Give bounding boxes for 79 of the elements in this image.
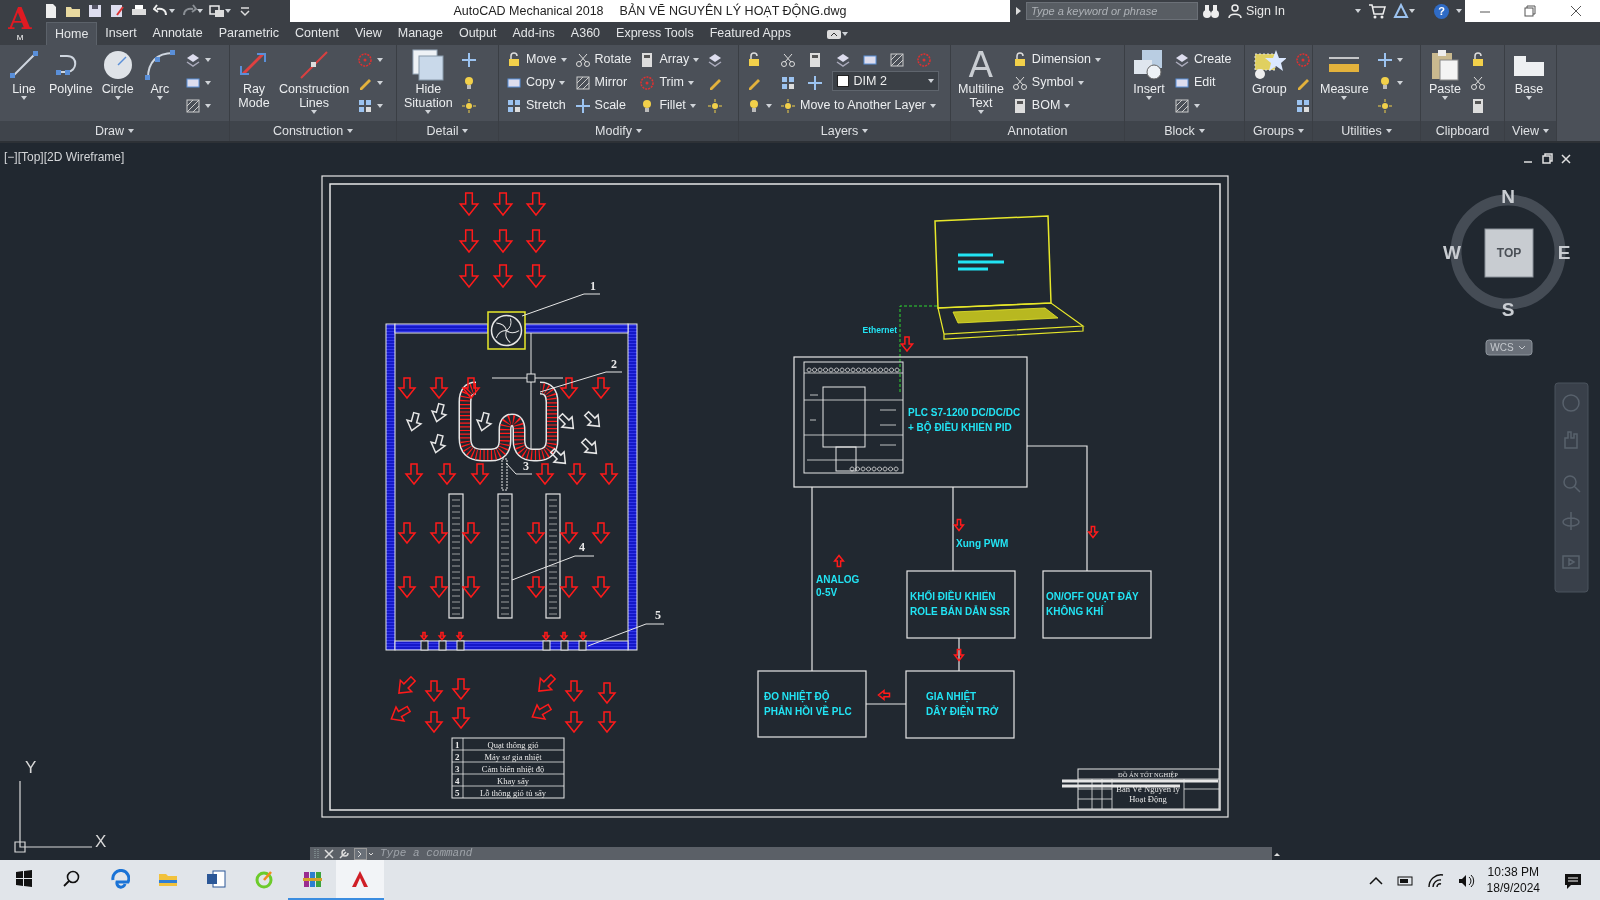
ribbon-button[interactable]: Mirror: [571, 71, 635, 94]
ribbon-button[interactable]: Ray Mode: [234, 48, 274, 110]
block-label: ĐO NHIỆT ĐỘ PHẢN HỒI VỀ PLC: [764, 691, 852, 717]
ribbon-button[interactable]: Move to Another Layer: [777, 94, 939, 117]
sign-in-button[interactable]: Sign In: [1224, 0, 1289, 22]
axis-label: X: [95, 832, 107, 851]
app-title: AutoCAD Mechanical 2018: [453, 2, 604, 20]
signal-label: Xung PWM: [956, 538, 1009, 549]
legend-index: 1: [455, 740, 460, 750]
taskbar-clock[interactable]: 10:38 PM 18/9/2024: [1480, 864, 1546, 896]
plc-label: PLC S7-1200 DC/DC/DC + BỘ ĐIỀU KHIỂN PID: [908, 407, 1021, 433]
ribbon-button[interactable]: Group: [1249, 48, 1290, 96]
help-button[interactable]: ?: [1434, 3, 1449, 19]
ribbon-tab[interactable]: Parametric: [210, 22, 288, 45]
ribbon-button[interactable]: Trim: [636, 71, 703, 94]
callout-number: 2: [611, 357, 617, 371]
ribbon-tab[interactable]: Express Tools: [608, 22, 702, 45]
ribbon-button[interactable]: Scale: [571, 94, 635, 117]
ribbon-button[interactable]: Circle: [97, 48, 138, 100]
ribbon-button[interactable]: Edit: [1171, 71, 1235, 94]
legend-index: 2: [455, 752, 460, 762]
callout-number: 1: [590, 279, 596, 293]
ribbon-button[interactable]: Hide Situation: [401, 48, 456, 114]
ribbon-button[interactable]: Insert: [1129, 48, 1169, 100]
ribbon-button[interactable]: Dimension: [1008, 48, 1104, 71]
compass-letter: S: [1501, 299, 1515, 320]
callout-number: 4: [579, 540, 585, 554]
legend-text: Quạt thông gió: [487, 739, 539, 750]
ribbon-button[interactable]: BOM: [1008, 94, 1104, 117]
axis-label: Y: [25, 758, 37, 777]
ribbon-button[interactable]: Construction Lines: [276, 48, 353, 114]
view-cube-button[interactable]: TOP: [1484, 228, 1534, 278]
ribbon-button[interactable]: Polyline: [46, 48, 96, 96]
ribbon-tab[interactable]: Home: [46, 22, 98, 45]
compass-letter: N: [1501, 186, 1515, 207]
ribbon-tab[interactable]: Featured Apps: [701, 22, 799, 45]
compass-letter: E: [1557, 242, 1571, 263]
ribbon-button[interactable]: Create: [1171, 48, 1235, 71]
ribbon-button[interactable]: Move: [503, 48, 570, 71]
ribbon-tab[interactable]: Insert: [97, 22, 145, 45]
ribbon-tab[interactable]: Output: [450, 22, 505, 45]
ribbon-tab[interactable]: Content: [287, 22, 347, 45]
legend-index: 5: [455, 788, 460, 798]
block-label: GIA NHIỆT DÂY ĐIỆN TRỞ: [926, 691, 999, 717]
legend-text: Khay sấy: [497, 775, 529, 786]
legend-text: Lỗ thông gió tủ sấy: [479, 787, 547, 798]
ribbon-tab[interactable]: Manage: [389, 22, 451, 45]
block-label: ON/OFF QUẠT ĐẨY KHÔNG KHÍ: [1046, 591, 1139, 617]
ribbon-button[interactable]: Base: [1509, 48, 1549, 100]
ribbon-tab[interactable]: View: [346, 22, 390, 45]
ribbon-button[interactable]: Arc: [139, 48, 180, 100]
callout-number: 3: [523, 459, 529, 473]
file-title: BẢN VẼ NGUYÊN LÝ HOẠT ĐỘNG.dwg: [619, 2, 847, 20]
legend-index: 4: [455, 776, 460, 786]
ribbon-button[interactable]: Rotate: [571, 48, 635, 71]
search-field[interactable]: Type a keyword or phrase: [1026, 2, 1198, 20]
ribbon-tab[interactable]: Add-ins: [504, 22, 563, 45]
cable-label: Ethernet: [862, 325, 897, 335]
block-label: KHỐI ĐIỀU KHIỂN ROLE BÁN DẪN SSR: [910, 591, 1010, 617]
ribbon-button[interactable]: Paste: [1425, 48, 1465, 100]
ribbon-button[interactable]: Array: [636, 48, 703, 71]
signal-label: ANALOG 0-5V: [816, 574, 860, 598]
command-input-field[interactable]: Type a command: [378, 847, 1272, 860]
layer-dropdown[interactable]: DIM 2: [831, 71, 939, 91]
compass-letter: W: [1443, 242, 1461, 263]
ribbon-button[interactable]: Symbol: [1008, 71, 1104, 94]
legend-text: Cảm biến nhiệt độ: [481, 763, 545, 774]
ribbon-button[interactable]: A Multiline Text: [955, 48, 1007, 114]
ribbon-tab[interactable]: A360: [562, 22, 609, 45]
legend-text: Máy sơ gia nhiệt: [484, 751, 542, 762]
ribbon-button[interactable]: Fillet: [636, 94, 703, 117]
ribbon-button[interactable]: Stretch: [503, 94, 570, 117]
legend-index: 3: [455, 764, 460, 774]
ribbon-button[interactable]: Measure: [1317, 48, 1372, 100]
callout-number: 5: [655, 608, 661, 622]
ribbon-button[interactable]: Line: [4, 48, 44, 100]
ribbon-button[interactable]: Copy: [503, 71, 570, 94]
ribbon-tab[interactable]: Annotate: [144, 22, 211, 45]
viewport-controls-label[interactable]: [−][Top][2D Wireframe]: [4, 150, 125, 164]
